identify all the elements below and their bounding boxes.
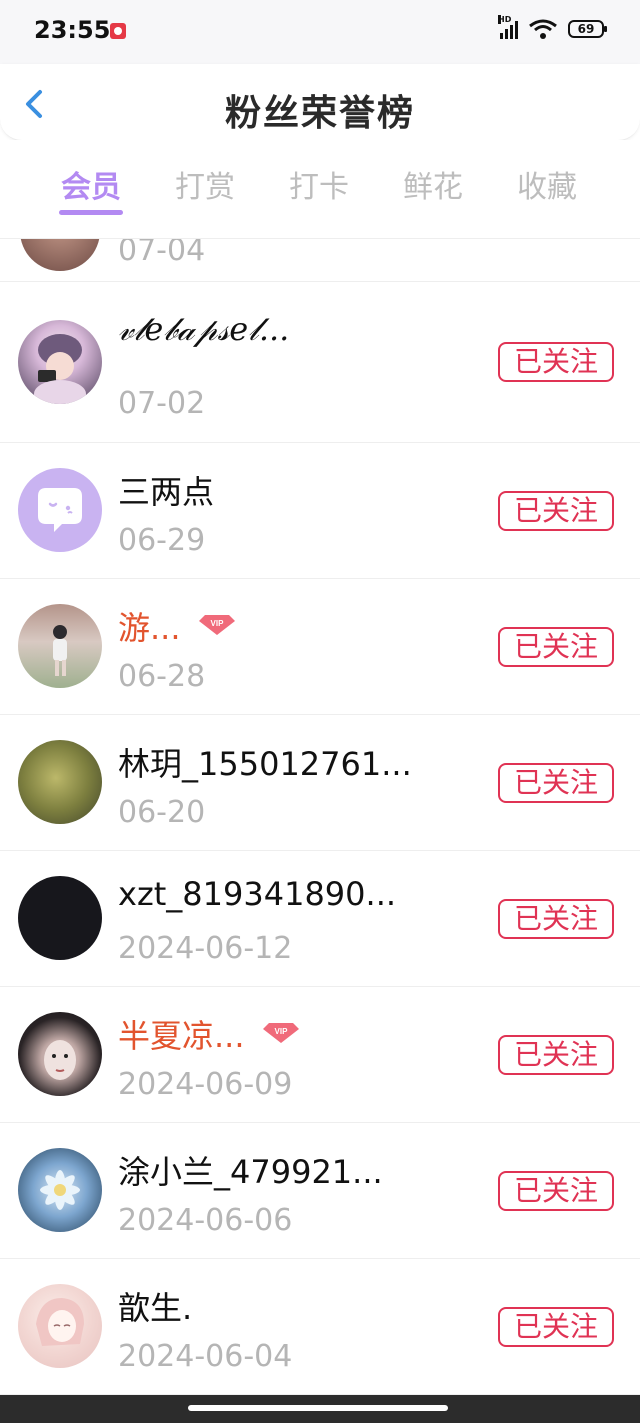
- follow-date: 07-04: [118, 238, 206, 268]
- wifi-icon: [529, 19, 557, 39]
- followed-button[interactable]: 已关注: [498, 627, 614, 667]
- vip-label: VIP: [210, 619, 224, 628]
- app-notification-icon: [110, 23, 126, 39]
- fans-list: 07-04 𝓋𝓁𝑒𝒷𝒶𝓅𝓈𝑒𝓁... 07-02 已关注 三两点 06-29 已…: [0, 238, 640, 1395]
- list-item[interactable]: 游... VIP 06-28 已关注: [0, 579, 640, 715]
- follow-date: 06-28: [118, 659, 206, 694]
- follow-date: 07-02: [118, 386, 206, 421]
- avatar: [18, 1148, 102, 1232]
- list-item[interactable]: 林玥_155012761... 06-20 已关注: [0, 715, 640, 851]
- avatar: [18, 1284, 102, 1368]
- list-item[interactable]: 𝓋𝓁𝑒𝒷𝒶𝓅𝓈𝑒𝓁... 07-02 已关注: [0, 282, 640, 443]
- fan-name: 林玥_155012761...: [118, 745, 412, 783]
- fan-name: 歆生.: [118, 1289, 193, 1327]
- battery-icon: 69: [568, 20, 607, 38]
- tab-favorites[interactable]: 收藏: [502, 162, 592, 206]
- list-item[interactable]: 07-04: [0, 238, 640, 282]
- tab-member[interactable]: 会员: [46, 162, 136, 206]
- followed-button[interactable]: 已关注: [498, 899, 614, 939]
- follow-date: 2024-06-12: [118, 931, 293, 966]
- avatar: [18, 468, 102, 552]
- followed-button[interactable]: 已关注: [498, 491, 614, 531]
- follow-date: 06-20: [118, 795, 206, 830]
- fan-name-text: 半夏凉...: [118, 1017, 245, 1055]
- top-app-bar: 粉丝荣誉榜: [0, 64, 640, 141]
- signal-icon: HD: [498, 15, 518, 39]
- tab-reward[interactable]: 打赏: [160, 162, 250, 206]
- vip-gem-icon: VIP: [262, 1023, 299, 1043]
- followed-button[interactable]: 已关注: [498, 1171, 614, 1211]
- list-item[interactable]: xzt_819341890... 2024-06-12 已关注: [0, 851, 640, 987]
- tab-indicator: [59, 210, 123, 215]
- network-type: HD: [498, 15, 512, 24]
- fan-name: 半夏凉... VIP: [118, 1011, 299, 1057]
- followed-button[interactable]: 已关注: [498, 763, 614, 803]
- follow-date: 06-29: [118, 523, 206, 558]
- chat-bubble-icon: [38, 488, 82, 532]
- list-item[interactable]: 三两点 06-29 已关注: [0, 443, 640, 579]
- avatar: [18, 740, 102, 824]
- fan-name: 𝓋𝓁𝑒𝒷𝒶𝓅𝓈𝑒𝓁...: [118, 310, 290, 348]
- avatar: [18, 320, 102, 404]
- fan-name: 三两点: [118, 473, 215, 511]
- follow-date: 2024-06-06: [118, 1203, 293, 1238]
- home-indicator[interactable]: [188, 1405, 448, 1411]
- fan-name: xzt_819341890...: [118, 875, 397, 913]
- status-icons: HD 69: [498, 15, 607, 40]
- status-bar: 23:55 HD 69: [0, 0, 640, 64]
- vip-label: VIP: [274, 1027, 288, 1036]
- list-item[interactable]: 涂小兰_479921... 2024-06-06 已关注: [0, 1123, 640, 1259]
- tab-checkin[interactable]: 打卡: [274, 162, 364, 206]
- followed-button[interactable]: 已关注: [498, 342, 614, 382]
- tab-flowers[interactable]: 鲜花: [388, 162, 478, 206]
- status-time: 23:55: [34, 16, 111, 44]
- follow-date: 2024-06-09: [118, 1067, 293, 1102]
- followed-button[interactable]: 已关注: [498, 1307, 614, 1347]
- fan-name: 涂小兰_479921...: [118, 1153, 383, 1191]
- fan-name: 游... VIP: [118, 603, 235, 649]
- avatar: [18, 1012, 102, 1096]
- page-title: 粉丝荣誉榜: [224, 93, 415, 134]
- list-item[interactable]: 歆生. 2024-06-04 已关注: [0, 1259, 640, 1395]
- followed-button[interactable]: 已关注: [498, 1035, 614, 1075]
- avatar: [20, 239, 100, 271]
- list-item[interactable]: 半夏凉... VIP 2024-06-09 已关注: [0, 987, 640, 1123]
- fan-name-text: 游...: [118, 609, 181, 647]
- tab-bar: 会员 打赏 打卡 鲜花 收藏: [0, 140, 640, 238]
- follow-date: 2024-06-04: [118, 1339, 293, 1374]
- vip-gem-icon: VIP: [198, 615, 235, 635]
- avatar: [18, 876, 102, 960]
- avatar: [18, 604, 102, 688]
- navigation-bar: [0, 1395, 640, 1423]
